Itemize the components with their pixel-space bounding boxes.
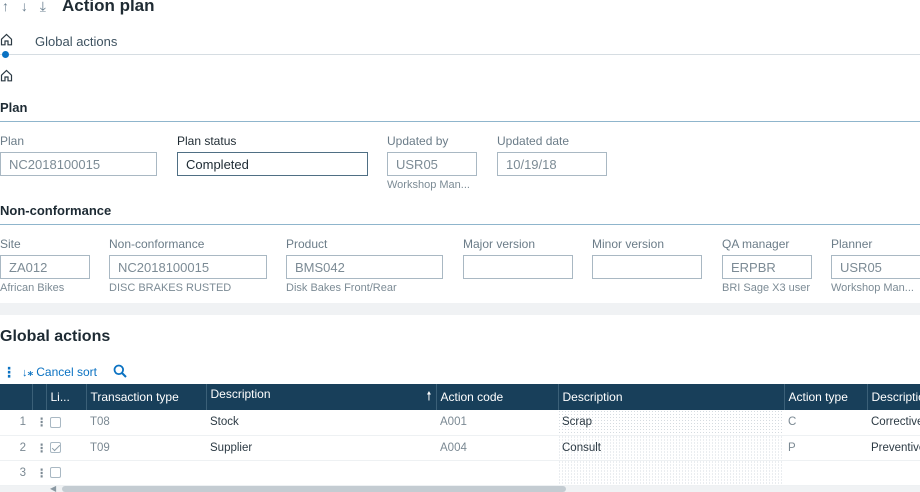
- description-cell: Stock: [206, 410, 436, 436]
- plan-field[interactable]: NC2018100015: [0, 152, 157, 176]
- search-icon[interactable]: [113, 364, 127, 381]
- line-checkbox[interactable]: [50, 416, 61, 428]
- column-header-action-description[interactable]: Description: [558, 384, 785, 410]
- grid-toolbar: ⋮ ↓⁎ Cancel sort: [0, 363, 127, 381]
- transaction-type-cell[interactable]: T08: [86, 410, 206, 436]
- non-conformance-label: Non-conformance: [109, 237, 205, 251]
- plan-section-divider: [0, 121, 920, 122]
- sort-ascending-icon[interactable]: 🠕: [426, 387, 431, 408]
- table-row[interactable]: 3 ⋮: [0, 460, 920, 486]
- updated-date-label: Updated date: [497, 134, 570, 148]
- active-tab-indicator: [2, 51, 9, 58]
- description-cell: Supplier: [206, 435, 436, 461]
- plan-label: Plan: [0, 134, 25, 148]
- product-description: Disk Bakes Front/Rear: [286, 282, 397, 294]
- transaction-type-cell[interactable]: T09: [86, 435, 206, 461]
- row-number: 3: [0, 460, 32, 486]
- line-checkbox[interactable]: [50, 466, 61, 478]
- planner-label: Planner: [831, 237, 873, 251]
- type-description-cell: Corrective: [867, 410, 920, 436]
- description-cell: [206, 460, 436, 486]
- column-header-description[interactable]: Description 🠕: [206, 384, 437, 410]
- row-menu-icon[interactable]: ⋮: [32, 435, 46, 461]
- tab-global-actions[interactable]: Global actions: [35, 34, 117, 49]
- site-field[interactable]: ZA012: [0, 255, 90, 279]
- table-header-row: Li... Transaction type Description 🠕 Acti…: [0, 384, 920, 410]
- minor-version-label: Minor version: [592, 237, 665, 251]
- site-description: African Bikes: [0, 282, 65, 294]
- planner-description: Workshop Man...: [831, 282, 914, 294]
- plan-status-label: Plan status: [177, 134, 237, 148]
- row-number-header: [0, 384, 33, 410]
- record-navigation-arrows[interactable]: ↑ ↓ ⤓: [2, 0, 50, 15]
- page-title: Action plan: [61, 0, 155, 15]
- action-description-cell[interactable]: [558, 460, 784, 486]
- action-description-cell[interactable]: Scrap: [558, 410, 784, 436]
- kebab-menu-icon[interactable]: ⋮: [0, 364, 18, 381]
- action-type-cell[interactable]: P: [784, 435, 867, 461]
- section-separator-band: [0, 303, 920, 315]
- horizontal-scrollbar-thumb[interactable]: [62, 486, 566, 492]
- cancel-sort-icon: ↓⁎: [22, 366, 34, 379]
- action-description-cell[interactable]: Consult: [558, 435, 784, 461]
- action-code-cell[interactable]: [436, 460, 558, 486]
- global-actions-table: Li... Transaction type Description 🠕 Acti…: [0, 384, 920, 486]
- action-type-cell[interactable]: [784, 460, 867, 486]
- action-code-cell[interactable]: A001: [436, 410, 558, 436]
- row-number: 1: [0, 410, 32, 436]
- planner-field[interactable]: USR05: [831, 255, 920, 279]
- product-label: Product: [286, 237, 328, 251]
- tab-divider: [0, 54, 920, 55]
- row-menu-header: [32, 384, 47, 410]
- type-description-cell: Preventive: [867, 435, 920, 461]
- product-field[interactable]: BMS042: [286, 255, 443, 279]
- line-checkbox-cell: [46, 460, 86, 486]
- qa-manager-description: BRI Sage X3 user: [722, 282, 811, 294]
- line-checkbox-cell: [46, 435, 86, 461]
- row-number: 2: [0, 435, 32, 461]
- transaction-type-cell[interactable]: [86, 460, 206, 486]
- non-conformance-description: DISC BRAKES RUSTED: [109, 282, 232, 294]
- qa-manager-label: QA manager: [722, 237, 790, 251]
- minor-version-field[interactable]: [592, 255, 702, 279]
- column-header-action-type[interactable]: Action type: [784, 384, 868, 410]
- home-icon[interactable]: [0, 69, 13, 82]
- non-conformance-section-title: Non-conformance: [0, 203, 112, 218]
- column-header-transaction-type[interactable]: Transaction type: [86, 384, 207, 410]
- non-conformance-field[interactable]: NC2018100015: [109, 255, 267, 279]
- cancel-sort-label: Cancel sort: [36, 365, 97, 379]
- updated-by-field[interactable]: USR05: [387, 152, 477, 176]
- row-menu-icon[interactable]: ⋮: [32, 460, 46, 486]
- column-header-action-code[interactable]: Action code: [436, 384, 559, 410]
- column-header-description-label: Description: [210, 386, 271, 401]
- action-type-cell[interactable]: C: [784, 410, 867, 436]
- major-version-field[interactable]: [463, 255, 573, 279]
- updated-by-description: Workshop Man...: [387, 179, 470, 191]
- qa-manager-field[interactable]: ERPBR: [722, 255, 812, 279]
- action-code-cell[interactable]: A004: [436, 435, 558, 461]
- global-actions-title: Global actions: [0, 328, 111, 345]
- column-header-line[interactable]: Li...: [46, 384, 87, 410]
- non-conformance-section-divider: [0, 224, 920, 225]
- major-version-label: Major version: [463, 237, 536, 251]
- updated-by-label: Updated by: [387, 134, 449, 148]
- home-icon[interactable]: [0, 33, 13, 46]
- type-description-cell: [867, 460, 920, 486]
- line-checkbox[interactable]: [50, 441, 61, 453]
- site-label: Site: [0, 237, 21, 251]
- cancel-sort-button[interactable]: ↓⁎ Cancel sort: [22, 365, 97, 379]
- column-header-type-description[interactable]: Description: [867, 384, 920, 410]
- line-checkbox-cell: [46, 410, 86, 436]
- row-menu-icon[interactable]: ⋮: [32, 410, 46, 436]
- table-row[interactable]: 2 ⋮ T09 Supplier A004 Consult P Preventi…: [0, 435, 920, 461]
- title-bar: ↑ ↓ ⤓ Action plan: [0, 0, 155, 18]
- table-row[interactable]: 1 ⋮ T08 Stock A001 Scrap C Corrective: [0, 410, 920, 436]
- plan-section-title: Plan: [0, 100, 28, 115]
- plan-status-field[interactable]: Completed: [177, 152, 368, 176]
- scroll-left-arrow-icon[interactable]: ◀: [50, 484, 56, 492]
- updated-date-field[interactable]: 10/19/18: [497, 152, 607, 176]
